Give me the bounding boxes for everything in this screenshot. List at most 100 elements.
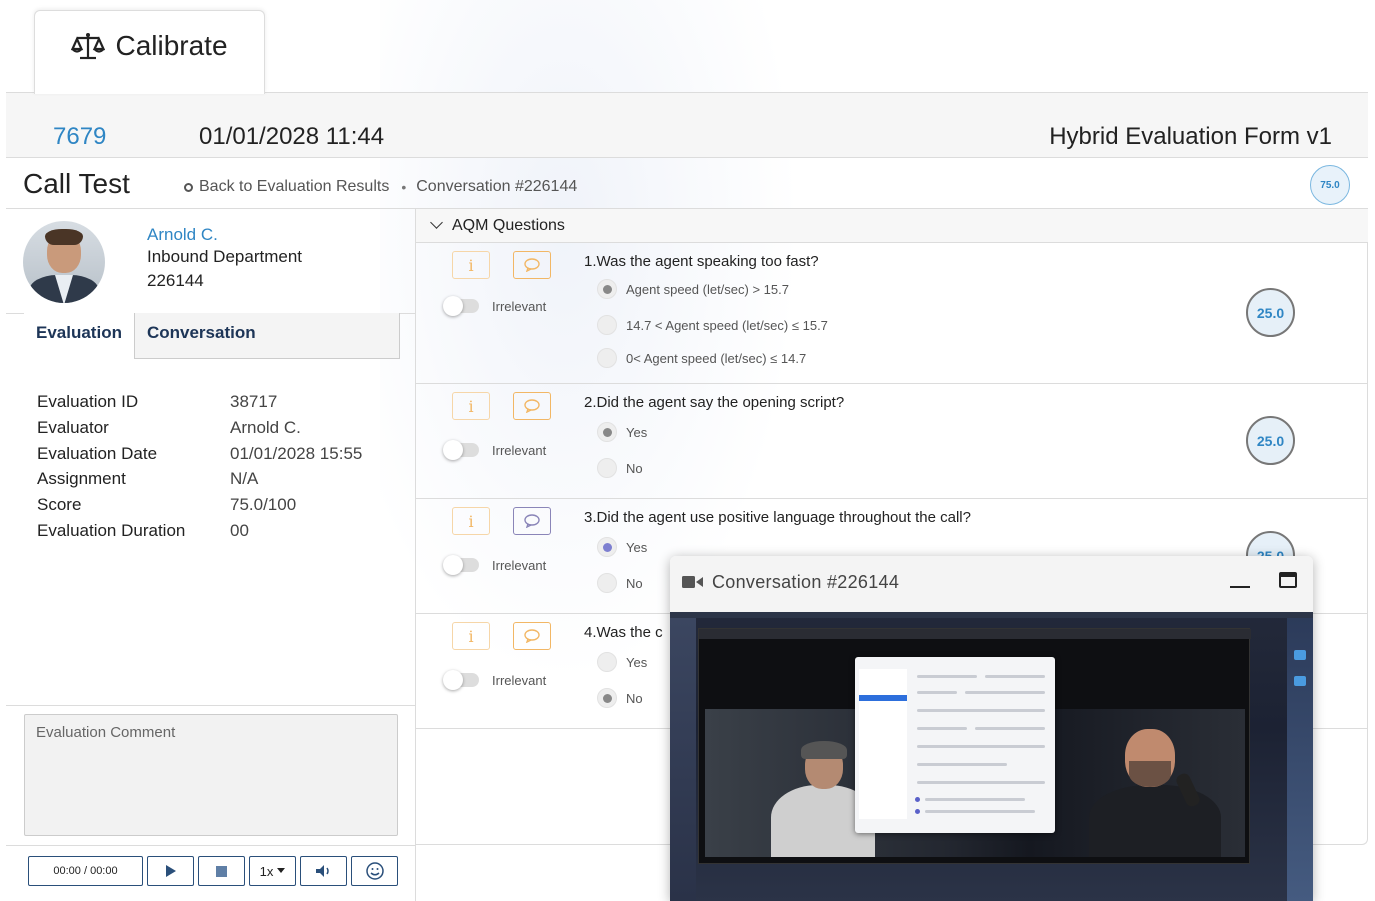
- irrelevant-toggle[interactable]: [443, 296, 479, 316]
- detail-row: Evaluation Duration 00: [37, 518, 362, 544]
- detail-value: 00: [230, 520, 249, 540]
- breadcrumb: Back to Evaluation Results • Conversatio…: [184, 178, 577, 196]
- answer-option[interactable]: Agent speed (let/sec) > 15.7: [597, 279, 789, 299]
- evaluation-comment-input[interactable]: Evaluation Comment: [24, 714, 398, 836]
- volume-button[interactable]: [300, 856, 347, 886]
- aqm-section-header[interactable]: AQM Questions: [416, 209, 1368, 243]
- option-label: 0< Agent speed (let/sec) ≤ 14.7: [626, 350, 807, 366]
- answer-option[interactable]: Yes: [597, 537, 647, 557]
- person-figure: [1085, 729, 1225, 857]
- speed-value: 1x: [259, 863, 274, 879]
- player-time-display: 00:00 / 00:00: [28, 856, 143, 886]
- question-text: 2.Did the agent say the opening script?: [584, 394, 845, 411]
- radio-button[interactable]: [597, 279, 617, 299]
- answer-option[interactable]: Yes: [597, 652, 647, 672]
- scale-icon: [71, 32, 106, 59]
- detail-row: Evaluation ID 38717: [37, 389, 362, 415]
- radio-button[interactable]: [597, 537, 617, 557]
- answer-option[interactable]: 0< Agent speed (let/sec) ≤ 14.7: [597, 348, 806, 368]
- detail-label: Evaluator: [37, 417, 109, 437]
- evaluation-number-link[interactable]: 7679: [53, 123, 106, 151]
- radio-button[interactable]: [597, 573, 617, 593]
- detail-label: Evaluation Date: [37, 443, 158, 463]
- comment-button[interactable]: [513, 251, 551, 279]
- option-label: Agent speed (let/sec) > 15.7: [626, 281, 789, 297]
- left-panel: Arnold C. Inbound Department 226144 Eval…: [6, 209, 416, 901]
- radio-button[interactable]: [597, 315, 617, 335]
- detail-row: Assignment N/A: [37, 466, 362, 492]
- comment-icon: [524, 629, 540, 643]
- title-bar: Call Test Back to Evaluation Results • C…: [6, 158, 1368, 209]
- detail-value: N/A: [230, 469, 259, 489]
- detail-value: 38717: [230, 392, 278, 411]
- answer-option[interactable]: 14.7 < Agent speed (let/sec) ≤ 15.7: [597, 315, 828, 335]
- irrelevant-toggle[interactable]: [443, 440, 479, 460]
- irrelevant-toggle[interactable]: [443, 670, 479, 690]
- maximize-icon[interactable]: [1279, 572, 1297, 588]
- question-score-badge: 25.0: [1246, 288, 1295, 337]
- radio-button[interactable]: [597, 652, 617, 672]
- back-dot-icon: [184, 182, 193, 192]
- question-block: i Irrelevant 1.Was the agent speaking to…: [416, 243, 1368, 384]
- comment-placeholder: Evaluation Comment: [36, 724, 176, 741]
- tab-conversation[interactable]: Conversation: [133, 313, 400, 359]
- video-player[interactable]: [670, 612, 1313, 901]
- smiley-icon: [365, 862, 384, 880]
- radio-button[interactable]: [597, 688, 617, 708]
- minimize-icon[interactable]: [1230, 586, 1250, 588]
- info-icon: i: [468, 511, 474, 531]
- calibrate-tab-label: Calibrate: [115, 29, 228, 61]
- detail-label: Assignment: [37, 469, 126, 489]
- detail-row: Score 75.0/100: [37, 492, 362, 518]
- calibrate-tab[interactable]: Calibrate: [34, 10, 265, 94]
- play-button[interactable]: [147, 856, 194, 886]
- video-camera-icon: [682, 576, 703, 588]
- info-button[interactable]: i: [452, 251, 490, 279]
- popup-header[interactable]: Conversation #226144: [670, 556, 1313, 612]
- question-block: i Irrelevant 2.Did the agent say the ope…: [416, 384, 1368, 499]
- radio-button[interactable]: [597, 348, 617, 368]
- section-title: AQM Questions: [452, 217, 565, 234]
- divider: [6, 705, 416, 706]
- evaluation-datetime: 01/01/2028 11:44: [199, 123, 385, 150]
- irrelevant-label: Irrelevant: [492, 558, 547, 573]
- option-label: 14.7 < Agent speed (let/sec) ≤ 15.7: [626, 317, 828, 333]
- comment-button[interactable]: [513, 507, 551, 535]
- detail-value: 01/01/2028 15:55: [230, 443, 363, 463]
- detail-row: Evaluator Arnold C.: [37, 415, 362, 441]
- answer-option[interactable]: No: [597, 688, 643, 708]
- radio-button[interactable]: [597, 458, 617, 478]
- irrelevant-toggle[interactable]: [443, 555, 479, 575]
- detail-label: Score: [37, 495, 82, 515]
- info-icon: i: [468, 255, 474, 275]
- stop-button[interactable]: [198, 856, 245, 886]
- info-button[interactable]: i: [452, 507, 490, 535]
- breadcrumb-separator-icon: •: [401, 179, 407, 195]
- irrelevant-label: Irrelevant: [492, 673, 547, 688]
- info-button[interactable]: i: [452, 392, 490, 420]
- emoji-button[interactable]: [351, 856, 398, 886]
- tab-evaluation[interactable]: Evaluation: [24, 313, 134, 359]
- conversation-video-popup[interactable]: Conversation #226144: [670, 556, 1313, 901]
- conversation-link[interactable]: Conversation #226144: [416, 178, 577, 196]
- stop-icon: [216, 865, 227, 877]
- detail-label: Evaluation Duration: [37, 520, 186, 540]
- comment-icon: [524, 399, 540, 413]
- answer-option[interactable]: No: [597, 458, 643, 478]
- option-label: Yes: [626, 654, 648, 670]
- agent-department: Inbound Department: [147, 247, 302, 266]
- radio-button[interactable]: [597, 422, 617, 442]
- comment-button[interactable]: [513, 392, 551, 420]
- option-label: No: [626, 460, 643, 476]
- detail-value: Arnold C.: [230, 417, 301, 437]
- info-button[interactable]: i: [452, 622, 490, 650]
- answer-option[interactable]: No: [597, 573, 643, 593]
- page-title: Call Test: [23, 168, 130, 199]
- comment-button[interactable]: [513, 622, 551, 650]
- answer-option[interactable]: Yes: [597, 422, 647, 442]
- back-to-results-link[interactable]: Back to Evaluation Results: [199, 178, 389, 196]
- divider: [6, 845, 416, 846]
- agent-name-link[interactable]: Arnold C.: [147, 225, 218, 245]
- comment-icon: [524, 514, 540, 528]
- speed-select[interactable]: 1x: [249, 856, 296, 886]
